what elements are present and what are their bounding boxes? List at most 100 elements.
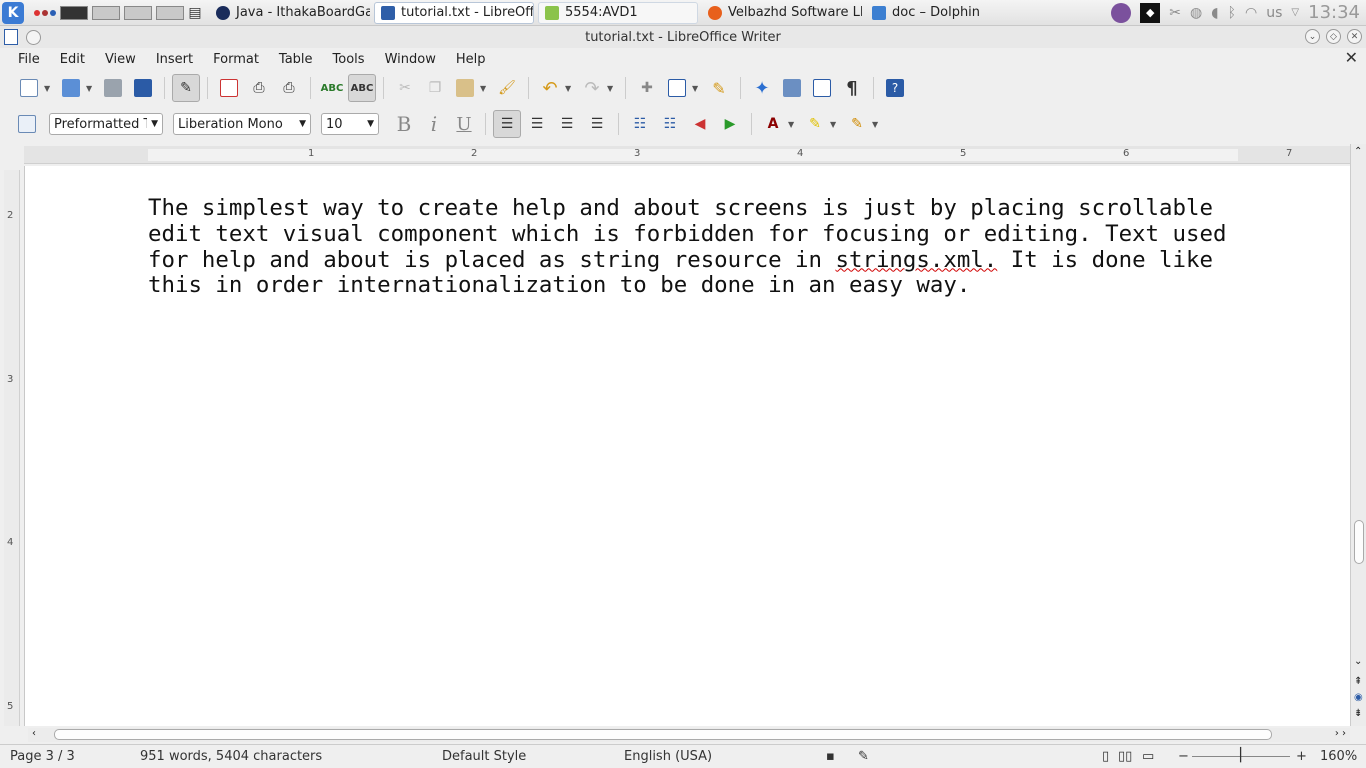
redo-icon[interactable]: ↷ (578, 74, 606, 102)
menu-table[interactable]: Table (269, 52, 323, 67)
formatting-marks-icon[interactable]: ¶ (838, 74, 866, 102)
vertical-scrollbar[interactable]: ⌃ ⌄ ⇞ ◉ ⇟ (1350, 144, 1366, 726)
keyboard-layout[interactable]: us (1266, 5, 1282, 21)
horizontal-ruler[interactable]: 1 2 3 4 5 6 7 (24, 146, 1350, 164)
increase-indent-icon[interactable]: ▶ (716, 110, 744, 138)
menu-file[interactable]: File (8, 52, 50, 67)
chevron-down-icon[interactable]: ▼ (44, 84, 52, 93)
spellcheck-icon[interactable]: ABC (318, 74, 346, 102)
menu-window[interactable]: Window (375, 52, 446, 67)
scissors-icon[interactable]: ✂ (1169, 5, 1181, 21)
desktop-3[interactable] (124, 5, 152, 20)
auto-spellcheck-icon[interactable]: ABC (348, 74, 376, 102)
justify-icon[interactable]: ☰ (583, 110, 611, 138)
chevron-down-icon[interactable]: ▼ (607, 84, 615, 93)
align-center-icon[interactable]: ☰ (523, 110, 551, 138)
previous-page-icon[interactable]: ⇞ (1354, 676, 1362, 687)
vertical-ruler[interactable]: 2 3 4 5 (4, 170, 20, 726)
zoom-slider-handle[interactable]: ▏ (1240, 748, 1250, 763)
word-count[interactable]: 951 words, 5404 characters (140, 749, 322, 764)
volume-icon[interactable]: ◖ (1211, 5, 1218, 21)
horizontal-scroll-thumb[interactable] (54, 729, 1272, 740)
kde-menu-icon[interactable]: K (2, 1, 24, 24)
hyperlink-icon[interactable]: ✚ (633, 74, 661, 102)
chevron-down-icon[interactable]: ▼ (480, 84, 488, 93)
copy-icon[interactable]: ❐ (421, 74, 449, 102)
chevron-down-icon[interactable]: ▼ (565, 84, 573, 93)
window-menu-icon[interactable] (26, 29, 41, 45)
bullets-icon[interactable]: ☷ (656, 110, 684, 138)
align-left-icon[interactable]: ☰ (493, 110, 521, 138)
cut-icon[interactable]: ✂ (391, 74, 419, 102)
zoom-level[interactable]: 160% (1320, 749, 1357, 764)
menu-help[interactable]: Help (446, 52, 496, 67)
maximize-icon[interactable]: ◇ (1326, 29, 1341, 44)
navigator-icon[interactable]: ✦ (748, 74, 776, 102)
font-color-icon[interactable]: A (759, 110, 787, 138)
viber-icon[interactable] (1111, 2, 1132, 23)
show-draw-functions-icon[interactable]: ✎ (705, 74, 733, 102)
multi-page-view-icon[interactable]: ▯▯ (1118, 749, 1132, 764)
wifi-icon[interactable]: ◠ (1245, 5, 1257, 21)
zoom-in-icon[interactable]: + (1296, 749, 1307, 764)
task-dolphin[interactable]: doc – Dolphin (866, 2, 986, 24)
italic-button[interactable]: i (420, 110, 448, 138)
table-icon[interactable] (663, 74, 691, 102)
font-size-select[interactable]: 10 ▼ (321, 113, 379, 135)
bold-button[interactable]: B (390, 110, 418, 138)
desktop-2[interactable] (92, 5, 120, 20)
clipboard-icon[interactable]: ▤ (185, 3, 205, 23)
document-modified-icon[interactable]: ✎ (858, 749, 869, 764)
misspelled-word[interactable]: strings.xml. (836, 247, 998, 273)
window-titlebar[interactable]: tutorial.txt - LibreOffice Writer ⌄ ◇ ✕ (0, 26, 1366, 48)
document-page[interactable]: The simplest way to create help and abou… (24, 166, 1350, 726)
task-firefox[interactable]: Velbazhd Software LLC (702, 2, 862, 24)
horizontal-scrollbar[interactable]: ‹ › › (28, 728, 1350, 742)
numbering-icon[interactable]: ☷ (626, 110, 654, 138)
selection-mode-icon[interactable]: ▪ (826, 749, 835, 764)
menu-edit[interactable]: Edit (50, 52, 95, 67)
scroll-down-icon[interactable]: ⌄ (1354, 656, 1362, 667)
close-document-icon[interactable]: ✕ (1345, 48, 1358, 67)
page-count[interactable]: Page 3 / 3 (10, 749, 75, 764)
network-icon[interactable]: ◍ (1190, 5, 1202, 21)
clock[interactable]: 13:34 (1308, 2, 1360, 23)
highlighting-icon[interactable]: ✎ (801, 110, 829, 138)
desktop-4[interactable] (156, 5, 184, 20)
close-icon[interactable]: ✕ (1347, 29, 1362, 44)
chevron-down-icon[interactable]: ▼ (830, 120, 838, 129)
vertical-scroll-thumb[interactable] (1354, 520, 1364, 564)
menu-tools[interactable]: Tools (323, 52, 375, 67)
background-color-icon[interactable]: ✎ (843, 110, 871, 138)
zoom-out-icon[interactable]: − (1178, 749, 1189, 764)
next-page-icon[interactable]: ⇟ (1354, 708, 1362, 719)
task-avd[interactable]: 5554:AVD1 (538, 1, 698, 24)
book-view-icon[interactable]: ▭ (1142, 749, 1154, 764)
underline-button[interactable]: U (450, 110, 478, 138)
save-icon[interactable] (99, 74, 127, 102)
font-name-select[interactable]: Liberation Mono ▼ (173, 113, 311, 135)
chevron-down-icon[interactable]: ▼ (692, 84, 700, 93)
open-icon[interactable] (57, 74, 85, 102)
decrease-indent-icon[interactable]: ◀ (686, 110, 714, 138)
chevron-down-icon[interactable]: ▼ (788, 120, 796, 129)
align-right-icon[interactable]: ☰ (553, 110, 581, 138)
activity-icon[interactable] (34, 9, 56, 16)
styles-icon[interactable] (13, 110, 41, 138)
language[interactable]: English (USA) (624, 749, 712, 764)
menu-insert[interactable]: Insert (146, 52, 203, 67)
scroll-up-icon[interactable]: ⌃ (1354, 146, 1362, 157)
scroll-right-icon[interactable]: › › (1335, 728, 1346, 739)
export-pdf-icon[interactable] (215, 74, 243, 102)
menu-format[interactable]: Format (203, 52, 269, 67)
desktop-1[interactable] (60, 5, 88, 20)
paragraph-style-select[interactable]: Preformatted Te ▼ (49, 113, 163, 135)
page-style[interactable]: Default Style (442, 749, 526, 764)
dropbox-icon[interactable]: ◆ (1140, 2, 1161, 23)
navigation-icon[interactable]: ◉ (1354, 692, 1363, 703)
chevron-down-icon[interactable]: ▽ (1291, 7, 1299, 18)
paste-icon[interactable] (451, 74, 479, 102)
minimize-icon[interactable]: ⌄ (1305, 29, 1320, 44)
document-text[interactable]: The simplest way to create help and abou… (148, 195, 1248, 299)
edit-mode-icon[interactable]: ✎ (172, 74, 200, 102)
